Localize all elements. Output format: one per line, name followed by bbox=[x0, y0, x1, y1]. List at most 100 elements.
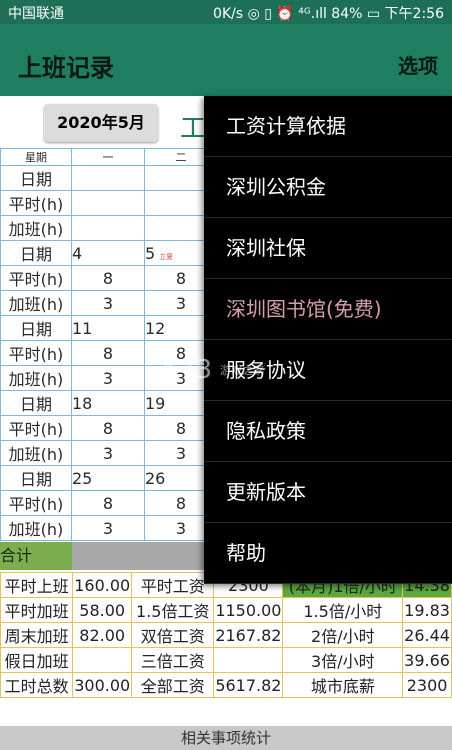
row-label: 日期 bbox=[0, 165, 72, 191]
menu-item[interactable]: 更新版本 bbox=[204, 462, 452, 523]
header-cell: 星期 bbox=[0, 148, 72, 166]
salary-cell: 城市底薪 bbox=[282, 672, 404, 698]
cell-value: 11 bbox=[72, 318, 93, 338]
grid-cell[interactable]: 3 bbox=[71, 515, 145, 541]
salary-cell: 39.66 bbox=[402, 647, 452, 673]
salary-cell: 双倍工资 bbox=[131, 622, 215, 648]
grid-cell[interactable]: 3 bbox=[71, 440, 145, 466]
cell-value: 5 bbox=[145, 243, 156, 263]
cell-value: 3 bbox=[175, 518, 187, 538]
salary-cell: 26.44 bbox=[402, 622, 452, 648]
cell-value: 12 bbox=[145, 318, 166, 338]
row-label: 日期 bbox=[0, 465, 72, 491]
row-label: 加班(h) bbox=[0, 515, 72, 541]
grid-cell[interactable]: 25 bbox=[71, 465, 145, 491]
header-cell: 一 bbox=[71, 148, 145, 166]
cell-value: 8 bbox=[175, 268, 187, 288]
menu-item[interactable]: 隐私政策 bbox=[204, 401, 452, 462]
cell-value: 3 bbox=[175, 293, 187, 313]
salary-cell bbox=[72, 647, 133, 673]
cell-value: 8 bbox=[102, 493, 114, 513]
cell-value: 25 bbox=[72, 468, 93, 488]
grid-cell[interactable]: 18 bbox=[71, 390, 145, 416]
menu-item[interactable]: 服务协议 bbox=[204, 340, 452, 401]
month-selector-button[interactable]: 2020年5月 bbox=[44, 104, 158, 142]
salary-cell: 3倍/小时 bbox=[282, 647, 404, 673]
salary-cell: 1.5倍/小时 bbox=[282, 597, 404, 623]
cell-value: 3 bbox=[102, 293, 114, 313]
cell-value: 19 bbox=[145, 393, 166, 413]
cell-value: 8 bbox=[175, 493, 187, 513]
menu-item[interactable]: 深圳社保 bbox=[204, 218, 452, 279]
row-label: 日期 bbox=[0, 390, 72, 416]
status-bar: 中国联通 0K/s ◎ ▯ ⏰ ⁴ᴳ.ıll 84% ▭ 下午2:56 bbox=[0, 0, 452, 24]
salary-cell: 平时上班 bbox=[0, 572, 74, 598]
row-label: 加班(h) bbox=[0, 365, 72, 391]
salary-cell: 1.5倍工资 bbox=[131, 597, 215, 623]
grid-cell[interactable]: 8 bbox=[71, 340, 145, 366]
menu-item[interactable]: 工资计算依据 bbox=[204, 96, 452, 157]
salary-cell bbox=[213, 647, 284, 673]
row-label: 加班(h) bbox=[0, 440, 72, 466]
salary-cell: 2倍/小时 bbox=[282, 622, 404, 648]
salary-row: 假日加班 三倍工资 3倍/小时 39.66 bbox=[0, 647, 452, 673]
grid-cell[interactable] bbox=[71, 190, 145, 216]
grid-cell[interactable]: 11 bbox=[71, 315, 145, 341]
cell-value: 3 bbox=[102, 368, 114, 388]
row-label: 平时(h) bbox=[0, 190, 72, 216]
row-label: 日期 bbox=[0, 315, 72, 341]
carrier-label: 中国联通 bbox=[8, 6, 64, 22]
menu-item[interactable]: 深圳图书馆(免费) bbox=[204, 279, 452, 340]
salary-row: 工时总数 300.00 全部工资 5617.82 城市底薪 2300 bbox=[0, 672, 452, 698]
salary-cell: 19.83 bbox=[402, 597, 452, 623]
salary-cell: 全部工资 bbox=[131, 672, 215, 698]
cell-value: 8 bbox=[102, 418, 114, 438]
salary-row: 周末加班 82.00 双倍工资 2167.82 2倍/小时 26.44 bbox=[0, 622, 452, 648]
cell-value: 3 bbox=[175, 443, 187, 463]
grid-cell[interactable]: 8 bbox=[71, 415, 145, 441]
cell-value: 3 bbox=[175, 368, 187, 388]
salary-cell: 82.00 bbox=[72, 622, 133, 648]
salary-cell: 2167.82 bbox=[213, 622, 284, 648]
section-label: 工 bbox=[180, 114, 207, 144]
row-label: 平时(h) bbox=[0, 415, 72, 441]
grid-cell[interactable]: 8 bbox=[71, 265, 145, 291]
salary-row: 平时加班 58.00 1.5倍工资 1150.00 1.5倍/小时 19.83 bbox=[0, 597, 452, 623]
cell-value: 18 bbox=[72, 393, 93, 413]
app-title: 上班记录 bbox=[18, 54, 114, 82]
options-menu: 工资计算依据 深圳公积金 深圳社保 深圳图书馆(免费) 服务协议 隐私政策 更新版本 帮助 bbox=[204, 96, 452, 584]
grid-cell[interactable]: 3 bbox=[71, 365, 145, 391]
status-icons: 0K/s ◎ ▯ ⏰ ⁴ᴳ.ıll 84% ▭ 下午2:56 bbox=[213, 6, 444, 22]
cell-value: 8 bbox=[102, 343, 114, 363]
cell-value: 26 bbox=[145, 468, 166, 488]
options-button[interactable]: 选项 bbox=[398, 50, 438, 79]
row-label: 日期 bbox=[0, 240, 72, 266]
salary-cell: 58.00 bbox=[72, 597, 133, 623]
grid-cell[interactable] bbox=[71, 165, 145, 191]
salary-cell: 平时加班 bbox=[0, 597, 74, 623]
grid-cell[interactable]: 8 bbox=[71, 490, 145, 516]
grid-cell[interactable]: 4 bbox=[71, 240, 145, 266]
summary-label: 合计 bbox=[0, 542, 72, 570]
row-label: 平时(h) bbox=[0, 340, 72, 366]
salary-cell: 5617.82 bbox=[213, 672, 284, 698]
menu-item[interactable]: 帮助 bbox=[204, 523, 452, 584]
salary-cell: 160.00 bbox=[72, 572, 133, 598]
menu-item[interactable]: 深圳公积金 bbox=[204, 157, 452, 218]
solar-term-note: 立夏 bbox=[159, 252, 174, 261]
cell-value: 8 bbox=[175, 418, 187, 438]
cell-value: 8 bbox=[102, 268, 114, 288]
grid-cell[interactable] bbox=[71, 215, 145, 241]
cell-value: 4 bbox=[72, 243, 83, 263]
salary-cell: 工时总数 bbox=[0, 672, 74, 698]
salary-cell: 平时工资 bbox=[131, 572, 215, 598]
row-label: 加班(h) bbox=[0, 215, 72, 241]
grid-cell[interactable]: 3 bbox=[71, 290, 145, 316]
salary-cell: 周末加班 bbox=[0, 622, 74, 648]
row-label: 平时(h) bbox=[0, 265, 72, 291]
app-bar: 上班记录 选项 bbox=[0, 24, 452, 96]
salary-cell: 300.00 bbox=[72, 672, 133, 698]
cell-value: 8 bbox=[175, 343, 187, 363]
bottom-tab[interactable]: 相关事项统计 bbox=[0, 726, 452, 750]
salary-cell: 1150.00 bbox=[213, 597, 284, 623]
